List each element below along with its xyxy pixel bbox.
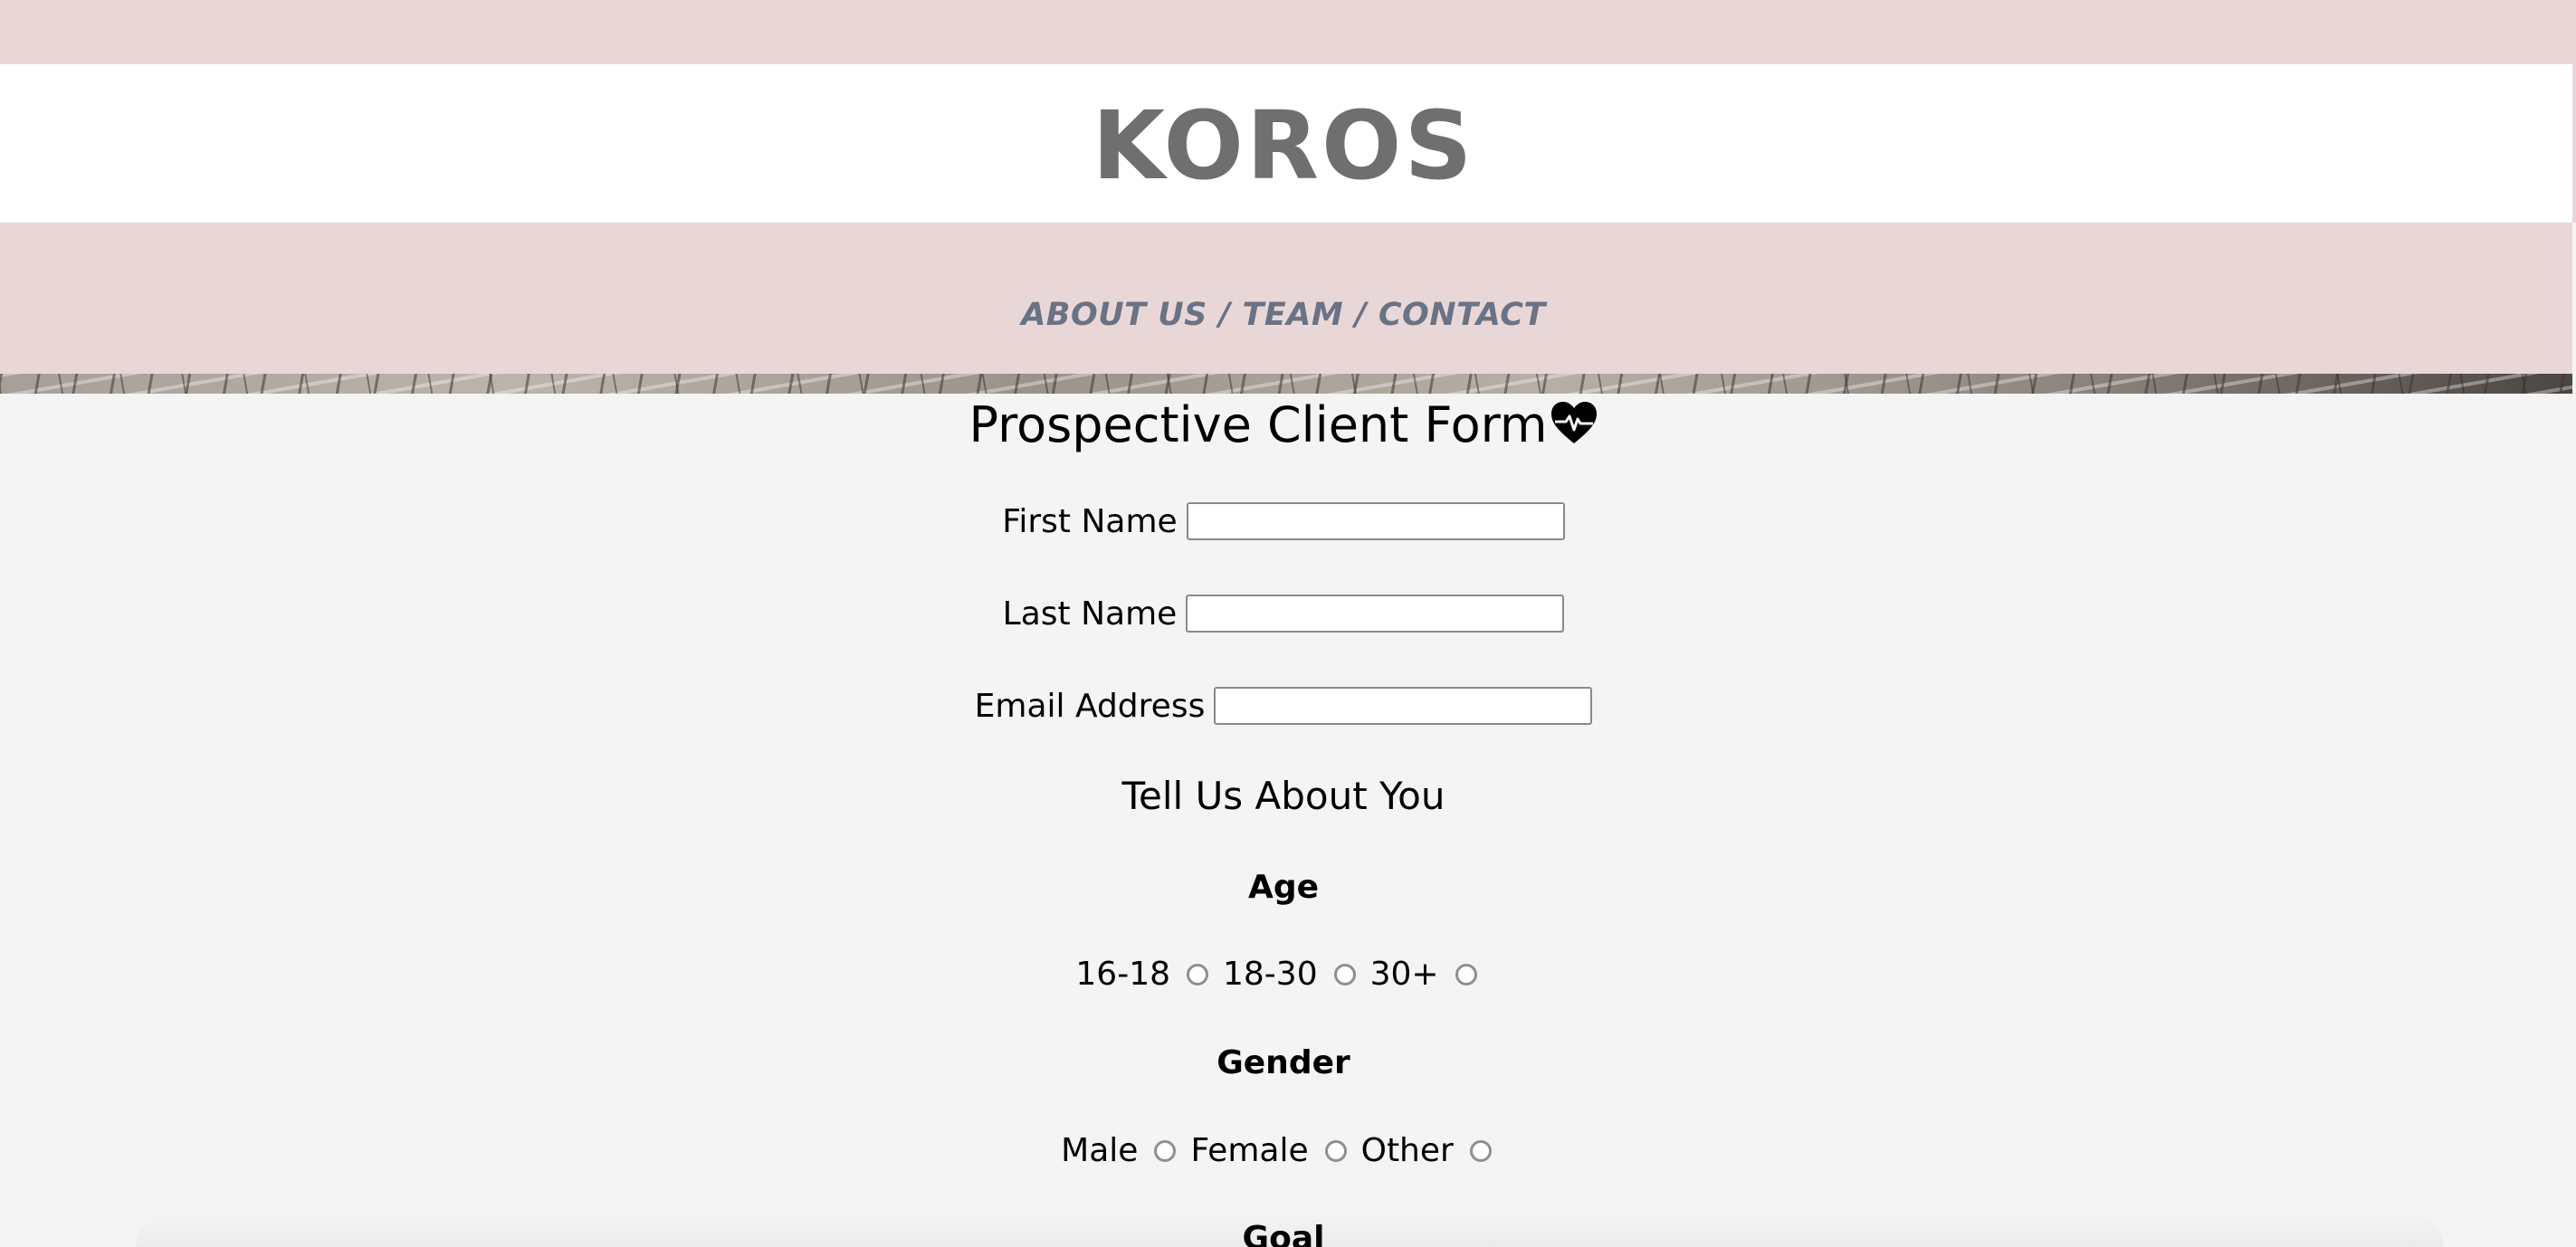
form-title: Prospective Client Form	[0, 396, 2567, 453]
heartbeat-icon	[1550, 402, 1597, 443]
last-name-input[interactable]	[1186, 595, 1565, 633]
brand-bar: KOROS	[0, 64, 2572, 223]
gender-option-label: Male	[1061, 1132, 1139, 1169]
gender-heading: Gender	[1216, 1044, 1350, 1081]
age-16-18-radio[interactable]	[1187, 963, 1208, 985]
gender-option-label: Female	[1190, 1132, 1309, 1169]
email-row: Email Address	[0, 687, 2567, 725]
gender-other-radio[interactable]	[1469, 1139, 1492, 1162]
first-name-label: First Name	[1002, 502, 1178, 540]
email-input[interactable]	[1214, 687, 1593, 725]
age-options: 16-18 18-30 30+	[0, 956, 2567, 993]
about-heading: Tell Us About You	[1121, 774, 1445, 818]
nav-band: ABOUT US / TEAM / CONTACT	[0, 223, 2572, 374]
age-heading: Age	[1247, 869, 1320, 906]
age-option-label: 18-30	[1223, 956, 1318, 993]
nav-links[interactable]: ABOUT US / TEAM / CONTACT	[0, 297, 2567, 333]
first-name-input[interactable]	[1186, 502, 1565, 540]
gender-female-radio[interactable]	[1324, 1139, 1347, 1162]
age-30-plus-radio[interactable]	[1455, 963, 1477, 985]
top-band	[0, 0, 2576, 64]
age-option-label: 30+	[1369, 956, 1439, 993]
goal-heading: Goal	[1242, 1220, 1325, 1247]
age-18-30-radio[interactable]	[1333, 963, 1356, 985]
gender-male-radio[interactable]	[1154, 1139, 1177, 1162]
brand-bar-edge	[2572, 64, 2576, 223]
first-name-row: First Name	[0, 502, 2567, 540]
last-name-row: Last Name	[0, 595, 2567, 633]
brand-logo-text[interactable]: KOROS	[0, 64, 2567, 223]
hero-image-strip	[0, 374, 2572, 394]
page: KOROS ABOUT US / TEAM / CONTACT Prospect…	[0, 0, 2576, 1247]
gender-option-label: Other	[1360, 1132, 1454, 1169]
gender-options: Male Female Other	[0, 1132, 2567, 1169]
last-name-label: Last Name	[1002, 595, 1178, 633]
form-title-text: Prospective Client Form	[968, 396, 1548, 453]
age-option-label: 16-18	[1075, 956, 1170, 993]
email-label: Email Address	[974, 687, 1206, 725]
